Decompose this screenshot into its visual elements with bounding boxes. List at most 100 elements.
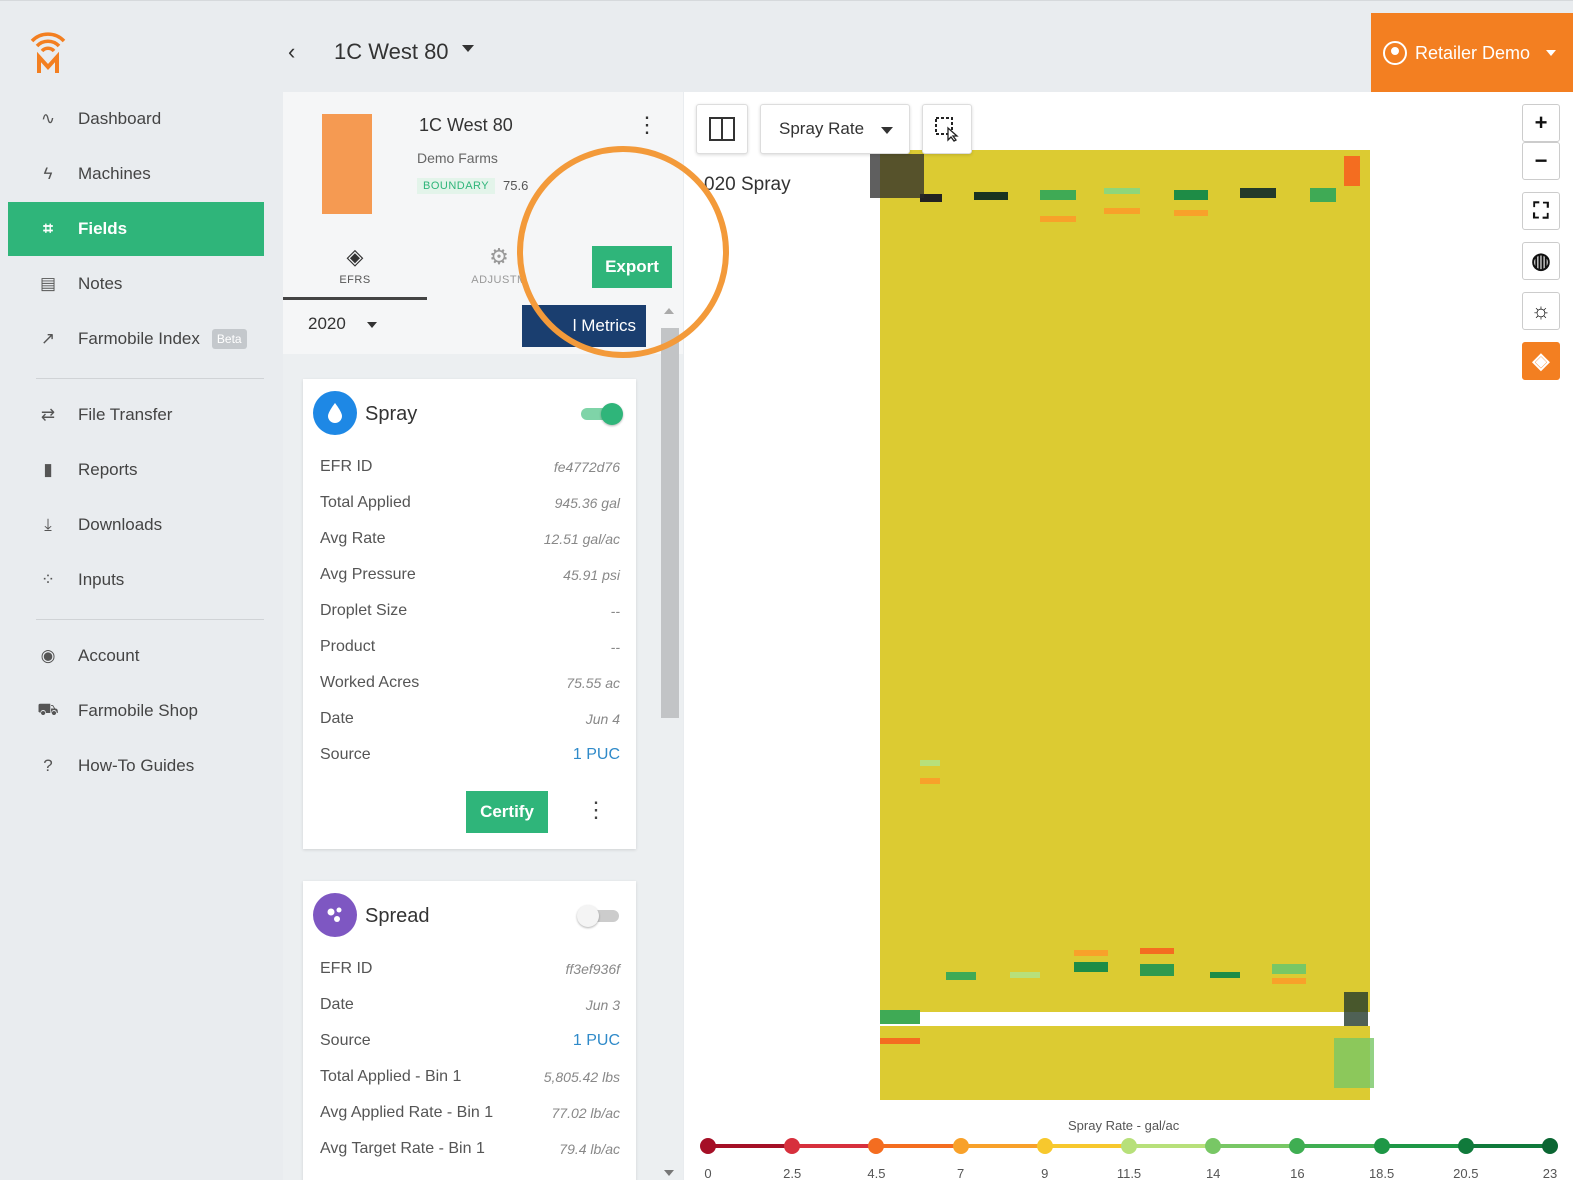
- legend-stop: [1373, 1138, 1390, 1154]
- droplet-icon: [313, 391, 357, 435]
- metric-value: ff3ef936f: [565, 961, 621, 977]
- sidebar-item-dashboard[interactable]: ∿ Dashboard: [8, 92, 264, 146]
- field-map-overlay: [870, 150, 1374, 1100]
- legend-stop: [1036, 1138, 1053, 1154]
- boundary-badge: BOUNDARY: [417, 178, 496, 194]
- metric-value: fe4772d76: [553, 459, 620, 475]
- sidebar-item-notes[interactable]: ▤ Notes: [8, 257, 264, 311]
- basemap-button[interactable]: ◍: [1522, 242, 1560, 280]
- top-bar: ‹ 1C West 80 Retailer Demo: [0, 0, 1573, 93]
- tab-adjustments[interactable]: ⚙ ADJUSTM: [427, 242, 571, 300]
- spread-visibility-toggle[interactable]: [577, 905, 623, 927]
- legend-stop: [1289, 1138, 1306, 1154]
- scroll-thumb[interactable]: [661, 328, 679, 718]
- globe-icon: ◍: [1531, 248, 1551, 273]
- back-arrow-icon[interactable]: ‹: [288, 39, 295, 65]
- farmobile-logo[interactable]: [28, 29, 68, 75]
- scroll-up-icon[interactable]: [664, 308, 674, 314]
- spray-visibility-toggle[interactable]: [577, 403, 623, 425]
- legend-stop: [952, 1138, 969, 1154]
- fullscreen-icon: ⛶: [1533, 198, 1549, 223]
- chevron-down-icon[interactable]: [367, 322, 377, 328]
- transfer-icon: ⇄: [40, 405, 56, 424]
- legend-segment: [960, 1144, 1045, 1148]
- sidebar-item-reports[interactable]: ▮ Reports: [8, 443, 264, 497]
- toggle-knob: [577, 905, 599, 927]
- sidebar-item-fields[interactable]: ⌗ Fields: [8, 202, 264, 256]
- metric-label: Total Applied - Bin 1: [320, 1068, 462, 1085]
- legend-tick-label: 16: [1290, 1166, 1305, 1180]
- sidebar-item-account[interactable]: ◉ Account: [8, 629, 264, 683]
- sidebar-item-label: Inputs: [78, 570, 125, 589]
- scroll-down-icon[interactable]: [664, 1170, 674, 1176]
- source-link[interactable]: 1 PUC: [573, 746, 620, 764]
- sidebar-item-file-transfer[interactable]: ⇄ File Transfer: [8, 388, 264, 442]
- sidebar-item-farmobile-index[interactable]: ↗ Farmobile Index Beta: [8, 312, 264, 366]
- more-options-icon[interactable]: ⋮: [636, 114, 658, 136]
- field-title[interactable]: 1C West 80: [334, 39, 449, 65]
- fullscreen-button[interactable]: ⛶: [1522, 192, 1560, 230]
- clipboard-icon: ▤: [39, 274, 57, 293]
- metric-row: EFR ID fe4772d76: [320, 449, 620, 485]
- layer-select[interactable]: Spray Rate: [760, 104, 910, 154]
- inputs-icon: ⁘: [40, 570, 56, 589]
- layers-button[interactable]: ◈: [1522, 342, 1560, 380]
- gear-icon: ⚙: [489, 244, 509, 269]
- user-icon: [1383, 41, 1407, 65]
- area-select-button[interactable]: [922, 104, 972, 154]
- bolt-icon: ϟ: [43, 164, 53, 183]
- field-thumbnail: [322, 114, 372, 214]
- legend-tick-label: 20.5: [1453, 1166, 1479, 1180]
- legend-tick-label: 14: [1205, 1166, 1221, 1180]
- split-view-icon: [709, 117, 735, 141]
- legend-stop: [1205, 1138, 1222, 1154]
- layers-icon: ◈: [346, 244, 364, 269]
- field-road-strip: [874, 1012, 1374, 1026]
- metric-value: 945.36 gal: [554, 495, 620, 511]
- tab-efrs[interactable]: ◈ EFRS: [283, 242, 427, 300]
- sidebar-item-label: Notes: [78, 274, 123, 293]
- field-dropdown-caret-icon[interactable]: [462, 45, 474, 52]
- cart-icon: ⛟: [37, 700, 59, 719]
- card-title: Spray: [365, 403, 418, 425]
- certify-button[interactable]: Certify: [466, 791, 548, 833]
- source-link[interactable]: 1 PUC: [573, 1032, 620, 1050]
- weather-button[interactable]: ☼: [1522, 292, 1560, 330]
- more-options-icon[interactable]: ⋮: [585, 799, 607, 821]
- legend-tick-label: 2.5: [783, 1166, 802, 1180]
- zoom-out-icon: −: [1534, 148, 1548, 173]
- zoom-in-button[interactable]: +: [1522, 104, 1560, 142]
- metric-row: Product --: [320, 629, 620, 665]
- metric-row: Avg Target Rate - Bin 1 79.4 lb/ac: [320, 1131, 620, 1167]
- total-metrics-button[interactable]: l Metrics: [522, 305, 646, 347]
- metric-row: EFR ID ff3ef936f: [320, 951, 620, 987]
- map-layer-title: 020 Spray: [704, 174, 791, 195]
- metric-row: Source 1 PUC: [320, 737, 620, 773]
- user-menu-button[interactable]: Retailer Demo: [1371, 13, 1573, 93]
- sidebar-item-how-to-guides[interactable]: ? How-To Guides: [8, 739, 264, 793]
- metric-value: Jun 3: [585, 997, 620, 1013]
- sidebar-item-machines[interactable]: ϟ Machines: [8, 147, 264, 201]
- farm-name: Demo Farms: [417, 150, 498, 166]
- field-acres: 75.6: [503, 178, 529, 193]
- sidebar-item-label: Farmobile Index: [78, 329, 200, 348]
- zoom-out-button[interactable]: −: [1522, 142, 1560, 180]
- metric-label: EFR ID: [320, 458, 373, 475]
- legend-segment: [1129, 1144, 1214, 1148]
- metric-label: Worked Acres: [320, 674, 420, 691]
- panel-scrollbar[interactable]: [660, 304, 679, 1180]
- bar-chart-icon: ▮: [43, 460, 53, 479]
- sidebar-item-inputs[interactable]: ⁘ Inputs: [8, 553, 264, 607]
- layer-select-value: Spray Rate: [779, 119, 865, 138]
- sidebar-item-farmobile-shop[interactable]: ⛟ Farmobile Shop: [8, 684, 264, 738]
- metric-label: Avg Applied Rate - Bin 1: [320, 1104, 494, 1121]
- split-view-button[interactable]: [696, 104, 748, 154]
- sidebar: ∿ Dashboard ϟ Machines ⌗ Fields ▤ Notes …: [0, 92, 270, 1180]
- export-button[interactable]: Export: [592, 246, 672, 288]
- year-select[interactable]: 2020: [308, 314, 346, 334]
- metric-label: EFR ID: [320, 960, 373, 977]
- zoom-in-icon: +: [1534, 110, 1548, 135]
- metric-row: Avg Applied Rate - Bin 1 77.02 lb/ac: [320, 1095, 620, 1131]
- map-view[interactable]: Spray Rate 020 Spray + − ⛶ ◍ ☼ ◈ Spray R…: [684, 92, 1573, 1180]
- sidebar-item-downloads[interactable]: ⤓ Downloads: [8, 498, 264, 552]
